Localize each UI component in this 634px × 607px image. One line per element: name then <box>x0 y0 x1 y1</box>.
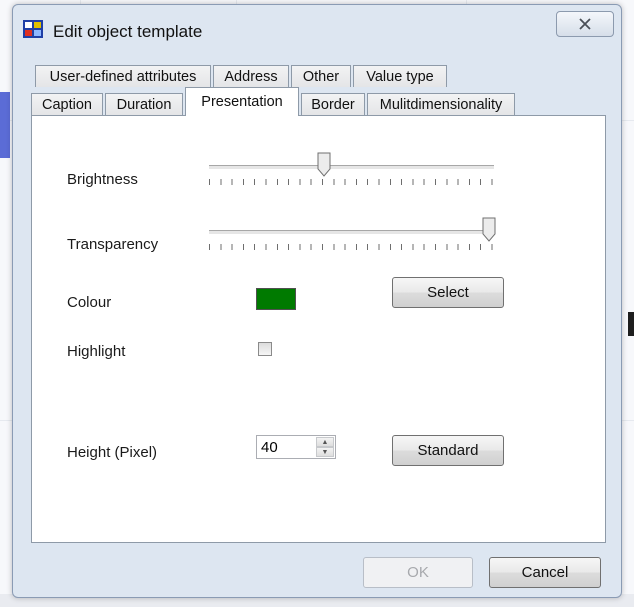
stepper-up-button[interactable]: ▲ <box>316 437 334 447</box>
tab-caption[interactable]: Caption <box>31 93 103 115</box>
tab-label: User-defined attributes <box>49 68 197 85</box>
tab-label: Presentation <box>201 94 283 110</box>
tab-label: Address <box>224 68 278 85</box>
transparency-slider-thumb[interactable] <box>482 217 496 242</box>
tab-address[interactable]: Address <box>213 65 289 87</box>
brightness-slider-thumb[interactable] <box>317 152 331 177</box>
tab-label: Value type <box>366 68 434 85</box>
tab-user-defined-attributes[interactable]: User-defined attributes <box>35 65 211 87</box>
slider-track <box>209 230 494 235</box>
tab-label: Caption <box>42 96 92 113</box>
background-object-bar <box>0 92 10 158</box>
chevron-up-icon: ▲ <box>321 438 329 446</box>
dialog-title: Edit object template <box>53 22 203 41</box>
tab-other[interactable]: Other <box>291 65 351 87</box>
close-icon <box>579 18 591 30</box>
brightness-slider[interactable] <box>209 152 494 186</box>
ok-button[interactable]: OK <box>363 557 473 588</box>
title-bar[interactable]: Edit object template <box>13 5 621 53</box>
slider-ticks <box>209 179 494 185</box>
transparency-label: Transparency <box>67 236 159 253</box>
height-pixel-label: Height (Pixel) <box>67 444 158 461</box>
colour-label: Colour <box>67 294 112 311</box>
tab-presentation[interactable]: Presentation <box>185 87 299 116</box>
highlight-checkbox[interactable] <box>258 342 272 356</box>
slider-track <box>209 165 494 170</box>
tab-label: Border <box>311 96 355 113</box>
tab-label: Mulitdimensionality <box>379 96 503 113</box>
edit-object-template-dialog: Edit object template User-defined attrib… <box>12 4 622 598</box>
tab-value-type[interactable]: Value type <box>353 65 447 87</box>
select-colour-button[interactable]: Select <box>392 277 504 308</box>
highlight-label: Highlight <box>67 343 126 360</box>
cancel-button[interactable]: Cancel <box>489 557 601 588</box>
tab-label: Other <box>302 68 340 85</box>
tab-border[interactable]: Border <box>301 93 365 115</box>
background-object-bar <box>628 312 634 336</box>
close-button[interactable] <box>556 11 614 37</box>
height-input[interactable] <box>257 436 315 458</box>
brightness-label: Brightness <box>67 171 138 188</box>
tab-multidimensionality[interactable]: Mulitdimensionality <box>367 93 515 115</box>
height-stepper-arrows: ▲ ▼ <box>316 437 334 457</box>
stepper-down-button[interactable]: ▼ <box>316 447 334 457</box>
slider-ticks <box>209 244 494 250</box>
app-icon <box>23 20 43 38</box>
height-stepper[interactable]: ▲ ▼ <box>256 435 336 459</box>
colour-swatch[interactable] <box>256 288 296 310</box>
chevron-down-icon: ▼ <box>321 448 329 456</box>
transparency-slider[interactable] <box>209 217 496 251</box>
tab-label: Duration <box>116 96 172 113</box>
standard-height-button[interactable]: Standard <box>392 435 504 466</box>
presentation-panel: Brightness Transparency Colour Select Hi… <box>31 115 606 543</box>
tab-duration[interactable]: Duration <box>105 93 183 115</box>
